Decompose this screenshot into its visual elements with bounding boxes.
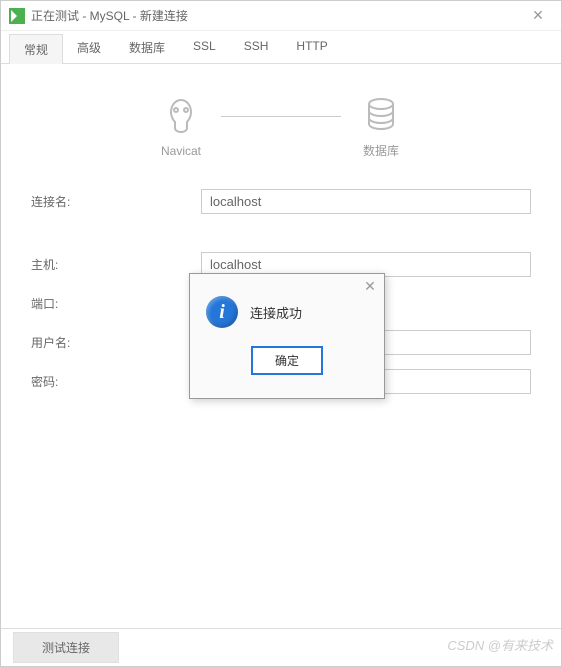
diagram-server-label: 数据库: [363, 142, 399, 159]
tab-database[interactable]: 数据库: [115, 33, 179, 63]
dialog-ok-button[interactable]: 确定: [251, 346, 323, 375]
test-connection-button[interactable]: 测试连接: [13, 632, 119, 663]
diagram-server: 数据库: [361, 94, 401, 159]
navicat-icon: [161, 96, 201, 136]
dialog-body: i 连接成功: [190, 274, 384, 338]
info-icon: i: [206, 296, 238, 328]
database-icon: [361, 94, 401, 134]
row-connection-name: 连接名:: [31, 189, 531, 214]
watermark: CSDN @有来技术: [447, 635, 553, 654]
tab-advanced[interactable]: 高级: [63, 33, 115, 63]
diagram-client: Navicat: [161, 96, 201, 158]
label-username: 用户名:: [31, 334, 201, 351]
tab-http[interactable]: HTTP: [282, 33, 341, 63]
diagram-line: [221, 116, 341, 117]
close-button[interactable]: ✕: [523, 1, 553, 31]
app-icon: [9, 8, 25, 24]
label-connection-name: 连接名:: [31, 193, 201, 210]
label-host: 主机:: [31, 256, 201, 273]
dialog-close-button[interactable]: ✕: [360, 276, 380, 296]
window-title: 正在测试 - MySQL - 新建连接: [31, 7, 523, 24]
diagram-client-label: Navicat: [161, 144, 201, 158]
titlebar: 正在测试 - MySQL - 新建连接 ✕: [1, 1, 561, 31]
tab-general[interactable]: 常规: [9, 34, 63, 64]
tab-ssl[interactable]: SSL: [179, 33, 230, 63]
label-port: 端口:: [31, 295, 201, 312]
connection-diagram: Navicat 数据库: [31, 94, 531, 159]
tab-bar: 常规 高级 数据库 SSL SSH HTTP: [1, 33, 561, 64]
label-password: 密码:: [31, 373, 201, 390]
dialog-message: 连接成功: [250, 303, 302, 322]
message-dialog: ✕ i 连接成功 确定: [189, 273, 385, 399]
tab-ssh[interactable]: SSH: [230, 33, 283, 63]
input-connection-name[interactable]: [201, 189, 531, 214]
dialog-footer: 确定: [190, 338, 384, 387]
